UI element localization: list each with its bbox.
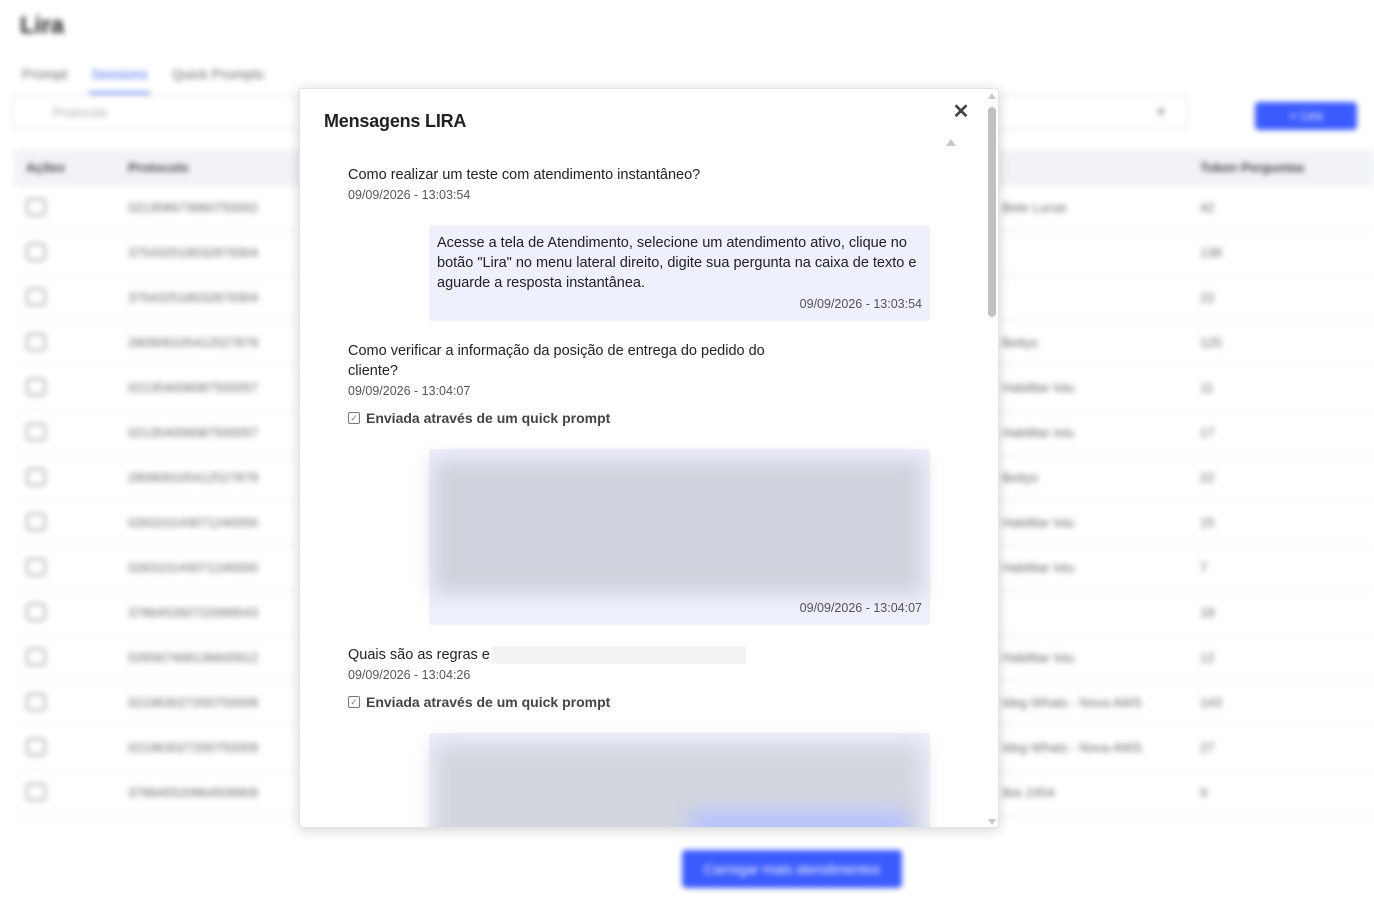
assistant-message: Acesse a tela de Atendimento, selecione … [429, 225, 930, 321]
protocol-cell: 375432518032879304 [128, 245, 259, 260]
question-timestamp: 09/09/2026 - 13:04:26 [348, 668, 471, 682]
protocol-cell: 375432518032879304 [128, 290, 259, 305]
tokens-cell: 9 [1200, 785, 1208, 800]
tokens-cell: 18 [1200, 605, 1215, 620]
protocol-cell: 026310143071240000 [128, 560, 259, 575]
quick-prompt-label: Enviada através de um quick prompt [366, 410, 611, 426]
name-cell: Bettys [1002, 335, 1039, 350]
name-cell: Bettys [1002, 470, 1039, 485]
edit-icon: ✓ [348, 412, 360, 424]
chat-icon[interactable] [26, 198, 46, 216]
name-cell: Habilitar Istu [1002, 425, 1075, 440]
modal-title: Mensagens LIRA [324, 111, 467, 131]
chat-icon[interactable] [26, 648, 46, 666]
answer-text: Acesse a tela de Atendimento, selecione … [437, 235, 917, 291]
name-cell: Ibis 2454 [1002, 785, 1055, 800]
answer-timestamp: 09/09/2026 - 13:04:07 [799, 601, 922, 615]
scrollbar-thumb[interactable] [988, 107, 996, 317]
name-cell: Habilitar Istu [1002, 560, 1075, 575]
protocol-cell: 021963027200750009 [128, 740, 259, 755]
chat-icon[interactable] [26, 738, 46, 756]
tokens-cell: 17 [1200, 425, 1215, 440]
name-cell: Habilitar Istu [1002, 650, 1075, 665]
protocol-cell: 280909105412527879 [128, 335, 259, 350]
tokens-cell: 42 [1200, 200, 1215, 215]
user-message: Como realizar um teste com atendimento i… [348, 165, 808, 202]
protocol-cell: 378645260722999543 [128, 605, 259, 620]
question-timestamp: 09/09/2026 - 13:04:07 [348, 384, 471, 398]
protocol-cell: 026310143071240000 [128, 515, 259, 530]
question-text: Como verificar a informação da posição d… [348, 343, 765, 379]
quick-prompt-label: Enviada através de um quick prompt [366, 694, 611, 710]
chat-icon[interactable] [26, 783, 46, 801]
tab-bar: Prompt Sessions Quick Prompts [20, 64, 266, 95]
tab-sessions[interactable]: Sessions [89, 64, 150, 95]
assistant-message: 09/09/2026 - 13:04:07 [429, 449, 930, 625]
scroll-up-arrow-icon[interactable] [988, 93, 996, 99]
protocol-cell: 280909105412527879 [128, 470, 259, 485]
name-cell: Bete Lucas [1002, 200, 1068, 215]
redacted-text [491, 646, 746, 665]
tokens-cell: 15 [1200, 515, 1215, 530]
protocol-cell: 021354006087500057 [128, 425, 259, 440]
tokens-cell: 22 [1200, 470, 1215, 485]
column-protocol[interactable]: Protocolo [128, 160, 189, 175]
tokens-cell: 12 [1200, 650, 1215, 665]
chat-icon[interactable] [26, 423, 46, 441]
protocol-cell: 021354006087500057 [128, 380, 259, 395]
answer-timestamp: 09/09/2026 - 13:03:54 [799, 297, 922, 311]
page-title: Lira [20, 12, 65, 39]
scroll-up-icon[interactable] [946, 139, 956, 146]
tokens-cell: 7 [1200, 560, 1208, 575]
tokens-cell: 22 [1200, 290, 1215, 305]
chat-icon[interactable] [26, 558, 46, 576]
quick-prompt-indicator: ✓ Enviada através de um quick prompt [348, 694, 610, 710]
search-placeholder: Protocolo [53, 105, 108, 120]
tab-quick-prompts[interactable]: Quick Prompts [170, 64, 266, 95]
quick-prompt-indicator: ✓ Enviada através de um quick prompt [348, 410, 610, 426]
name-cell: Habilitar Istu [1002, 515, 1075, 530]
chat-icon[interactable] [26, 603, 46, 621]
chat-icon[interactable] [26, 288, 46, 306]
chat-icon[interactable] [26, 513, 46, 531]
chat-icon[interactable] [26, 693, 46, 711]
question-text: Como realizar um teste com atendimento i… [348, 167, 701, 183]
chat-icon[interactable] [26, 468, 46, 486]
chat-icon[interactable] [26, 378, 46, 396]
user-message: Quais são as regras e 09/09/2026 - 13:04… [348, 645, 768, 682]
tab-prompt[interactable]: Prompt [20, 64, 69, 95]
modal-scrollbar[interactable] [984, 89, 998, 827]
redacted-highlight [689, 811, 909, 827]
tokens-cell: 27 [1200, 740, 1215, 755]
name-cell: Ideg Whats - Nova AWS [1002, 695, 1142, 710]
redacted-answer [433, 459, 923, 595]
user-message: Como verificar a informação da posição d… [348, 341, 798, 398]
messages-modal: Mensagens LIRA ✕ Como realizar um teste … [299, 88, 999, 828]
scroll-down-arrow-icon[interactable] [988, 819, 996, 825]
column-tokens[interactable]: Token Perguntas [1200, 160, 1305, 175]
question-visible-text: Quais são as regras e [348, 647, 490, 663]
close-icon[interactable]: ✕ [952, 102, 970, 122]
question-text: Quais são as regras e [348, 645, 768, 665]
question-timestamp: 09/09/2026 - 13:03:54 [348, 188, 471, 202]
column-actions: Ações [26, 160, 66, 175]
tokens-cell: 125 [1200, 335, 1222, 350]
protocol-cell: 021358673960750002 [128, 200, 259, 215]
protocol-cell: 026567468136600912 [128, 650, 259, 665]
chevron-down-icon[interactable]: ▼ [1155, 105, 1167, 119]
assistant-message [429, 733, 930, 827]
edit-icon: ✓ [348, 696, 360, 708]
name-cell: Ideg Whats - Nova AWS [1002, 740, 1142, 755]
chat-icon[interactable] [26, 243, 46, 261]
tokens-cell: 143 [1200, 695, 1222, 710]
messages-list: Mensagens LIRA ✕ Como realizar um teste … [300, 89, 984, 827]
tokens-cell: 11 [1200, 380, 1214, 395]
chat-icon[interactable] [26, 333, 46, 351]
new-lira-button[interactable]: + Lira [1255, 102, 1357, 130]
protocol-cell: 378645520864509909 [128, 785, 259, 800]
load-more-button[interactable]: Carregar mais atendimentos [682, 850, 902, 888]
tokens-cell: 138 [1200, 245, 1222, 260]
name-cell: Habilitar Istu [1002, 380, 1075, 395]
protocol-cell: 021963027200750009 [128, 695, 259, 710]
